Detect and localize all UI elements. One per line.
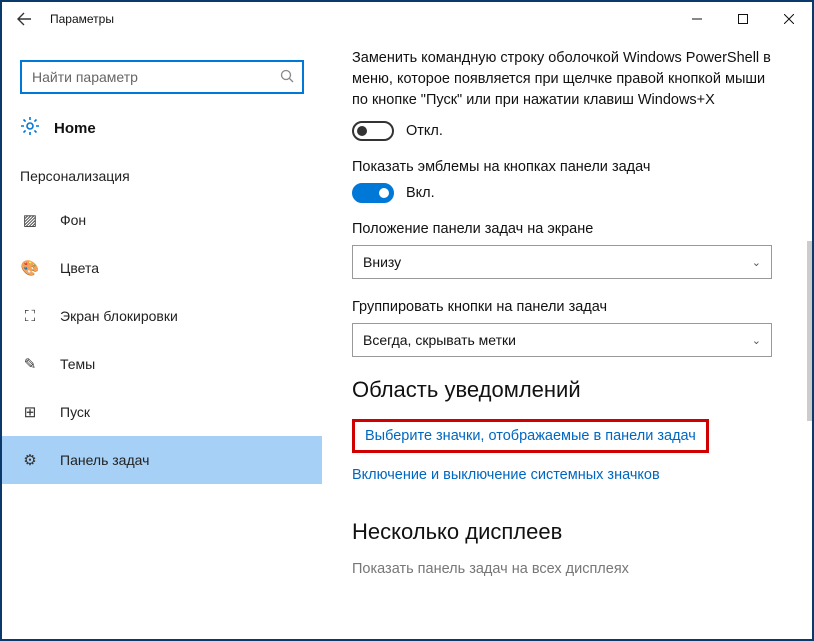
minimize-icon bbox=[692, 14, 702, 24]
maximize-button[interactable] bbox=[720, 2, 766, 36]
content-area: Home Персонализация ▨ Фон 🎨 Цвета ⛶ Экра… bbox=[2, 36, 812, 639]
back-button[interactable] bbox=[6, 2, 42, 36]
group-buttons-label: Группировать кнопки на панели задач bbox=[352, 299, 784, 315]
sidebar-item-colors[interactable]: 🎨 Цвета bbox=[2, 244, 322, 292]
system-icons-link[interactable]: Включение и выключение системных значков bbox=[352, 467, 660, 483]
image-icon: ▨ bbox=[20, 211, 40, 229]
titlebar: Параметры bbox=[2, 2, 812, 36]
chevron-down-icon: ⌄ bbox=[752, 256, 761, 269]
dropdown-value: Всегда, скрывать метки bbox=[363, 332, 516, 348]
sidebar-item-background[interactable]: ▨ Фон bbox=[2, 196, 322, 244]
sidebar-item-label: Темы bbox=[60, 356, 95, 372]
search-input[interactable] bbox=[32, 69, 280, 85]
sidebar-item-label: Цвета bbox=[60, 260, 99, 276]
taskbar-icon: ⚙ bbox=[20, 451, 40, 469]
notification-area-heading: Область уведомлений bbox=[352, 377, 784, 403]
taskbar-position-dropdown[interactable]: Внизу ⌄ bbox=[352, 245, 772, 279]
minimize-button[interactable] bbox=[674, 2, 720, 36]
close-icon bbox=[784, 14, 794, 24]
brush-icon: ✎ bbox=[20, 355, 40, 373]
sidebar-item-themes[interactable]: ✎ Темы bbox=[2, 340, 322, 388]
sidebar-item-label: Пуск bbox=[60, 404, 90, 420]
home-label: Home bbox=[54, 120, 96, 137]
sidebar-item-start[interactable]: ⊞ Пуск bbox=[2, 388, 322, 436]
show-badges-label: Показать эмблемы на кнопках панели задач bbox=[352, 159, 784, 175]
cmd-replacement-description: Заменить командную строку оболочкой Wind… bbox=[352, 48, 784, 111]
arrow-left-icon bbox=[16, 11, 32, 27]
sidebar-item-label: Панель задач bbox=[60, 452, 149, 468]
lock-icon: ⛶ bbox=[20, 308, 40, 325]
dropdown-value: Внизу bbox=[363, 254, 401, 270]
close-button[interactable] bbox=[766, 2, 812, 36]
main-panel: Заменить командную строку оболочкой Wind… bbox=[322, 36, 812, 639]
sidebar-item-lockscreen[interactable]: ⛶ Экран блокировки bbox=[2, 292, 322, 340]
show-on-all-displays-label: Показать панель задач на всех дисплеях bbox=[352, 561, 784, 577]
maximize-icon bbox=[738, 14, 748, 24]
sidebar-section-title: Персонализация bbox=[2, 148, 322, 196]
show-badges-toggle[interactable] bbox=[352, 183, 394, 203]
sidebar-item-label: Экран блокировки bbox=[60, 308, 178, 324]
taskbar-position-label: Положение панели задач на экране bbox=[352, 221, 784, 237]
nav-list: ▨ Фон 🎨 Цвета ⛶ Экран блокировки ✎ Темы … bbox=[2, 196, 322, 484]
chevron-down-icon: ⌄ bbox=[752, 334, 761, 347]
toggle-state-label: Вкл. bbox=[406, 185, 435, 201]
gear-icon bbox=[20, 116, 40, 140]
search-icon bbox=[280, 69, 294, 86]
palette-icon: 🎨 bbox=[20, 259, 40, 277]
window-title: Параметры bbox=[50, 12, 114, 26]
group-buttons-dropdown[interactable]: Всегда, скрывать метки ⌄ bbox=[352, 323, 772, 357]
multiple-displays-heading: Несколько дисплеев bbox=[352, 519, 784, 545]
search-box[interactable] bbox=[20, 60, 304, 94]
toggle-state-label: Откл. bbox=[406, 123, 443, 139]
highlighted-link-container: Выберите значки, отображаемые в панели з… bbox=[352, 419, 709, 453]
window-controls bbox=[674, 2, 812, 36]
sidebar-item-taskbar[interactable]: ⚙ Панель задач bbox=[2, 436, 322, 484]
sidebar-item-label: Фон bbox=[60, 212, 86, 228]
select-icons-link[interactable]: Выберите значки, отображаемые в панели з… bbox=[365, 428, 696, 444]
sidebar: Home Персонализация ▨ Фон 🎨 Цвета ⛶ Экра… bbox=[2, 36, 322, 639]
scrollbar[interactable] bbox=[807, 241, 812, 421]
settings-window: Параметры bbox=[0, 0, 814, 641]
home-button[interactable]: Home bbox=[2, 110, 322, 148]
start-icon: ⊞ bbox=[20, 403, 40, 421]
cmd-replacement-toggle[interactable] bbox=[352, 121, 394, 141]
